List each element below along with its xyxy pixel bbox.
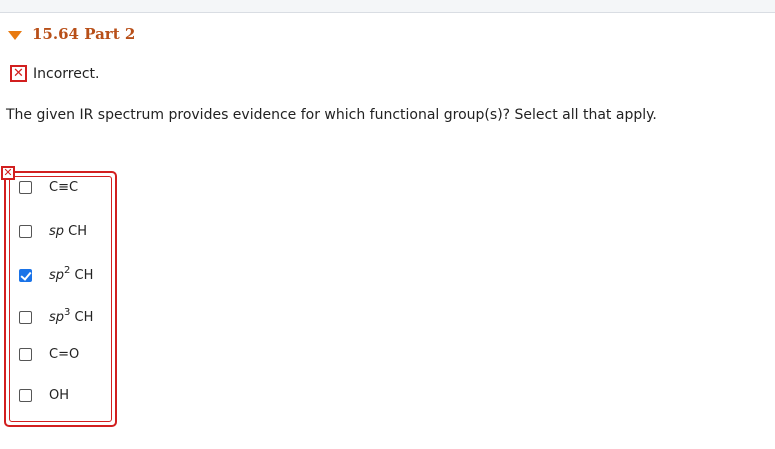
checkbox[interactable] bbox=[19, 180, 32, 194]
checkbox[interactable] bbox=[19, 347, 32, 361]
option-label: sp CH bbox=[49, 224, 87, 239]
option-label: OH bbox=[49, 387, 70, 403]
status-row: ✕ Incorrect. bbox=[10, 65, 99, 82]
option-suffix: CH bbox=[70, 267, 94, 283]
option-label: C=O bbox=[49, 346, 80, 362]
option-c-triple-c[interactable]: C≡C bbox=[19, 176, 78, 198]
option-label: C≡C bbox=[49, 179, 79, 195]
checkbox[interactable] bbox=[19, 310, 32, 324]
top-divider bbox=[0, 0, 775, 13]
option-sp-ch[interactable]: sp CH bbox=[19, 220, 87, 242]
incorrect-icon: ✕ bbox=[10, 65, 27, 82]
checkbox[interactable] bbox=[19, 224, 32, 238]
status-text: Incorrect. bbox=[33, 65, 100, 82]
option-suffix: CH bbox=[64, 223, 88, 239]
option-sp2-ch[interactable]: sp2 CH bbox=[19, 264, 93, 286]
answer-incorrect-icon: ✕ bbox=[1, 166, 15, 180]
option-label: sp3 CH bbox=[49, 307, 94, 325]
option-c-double-o[interactable]: C=O bbox=[19, 343, 79, 365]
question-text: The given IR spectrum provides evidence … bbox=[6, 107, 657, 123]
option-prefix: sp bbox=[49, 267, 65, 283]
part-header[interactable]: 15.64 Part 2 bbox=[8, 24, 135, 44]
option-oh[interactable]: OH bbox=[19, 384, 69, 406]
option-label: sp2 CH bbox=[49, 265, 94, 283]
part-title: 15.64 Part 2 bbox=[32, 25, 136, 43]
checkbox[interactable] bbox=[19, 388, 32, 402]
collapse-triangle-icon[interactable] bbox=[8, 30, 22, 40]
option-sp3-ch[interactable]: sp3 CH bbox=[19, 306, 93, 328]
option-suffix: CH bbox=[70, 309, 94, 325]
option-prefix: sp bbox=[49, 223, 65, 239]
option-prefix: sp bbox=[49, 309, 65, 325]
checkbox-checked[interactable] bbox=[19, 268, 32, 282]
